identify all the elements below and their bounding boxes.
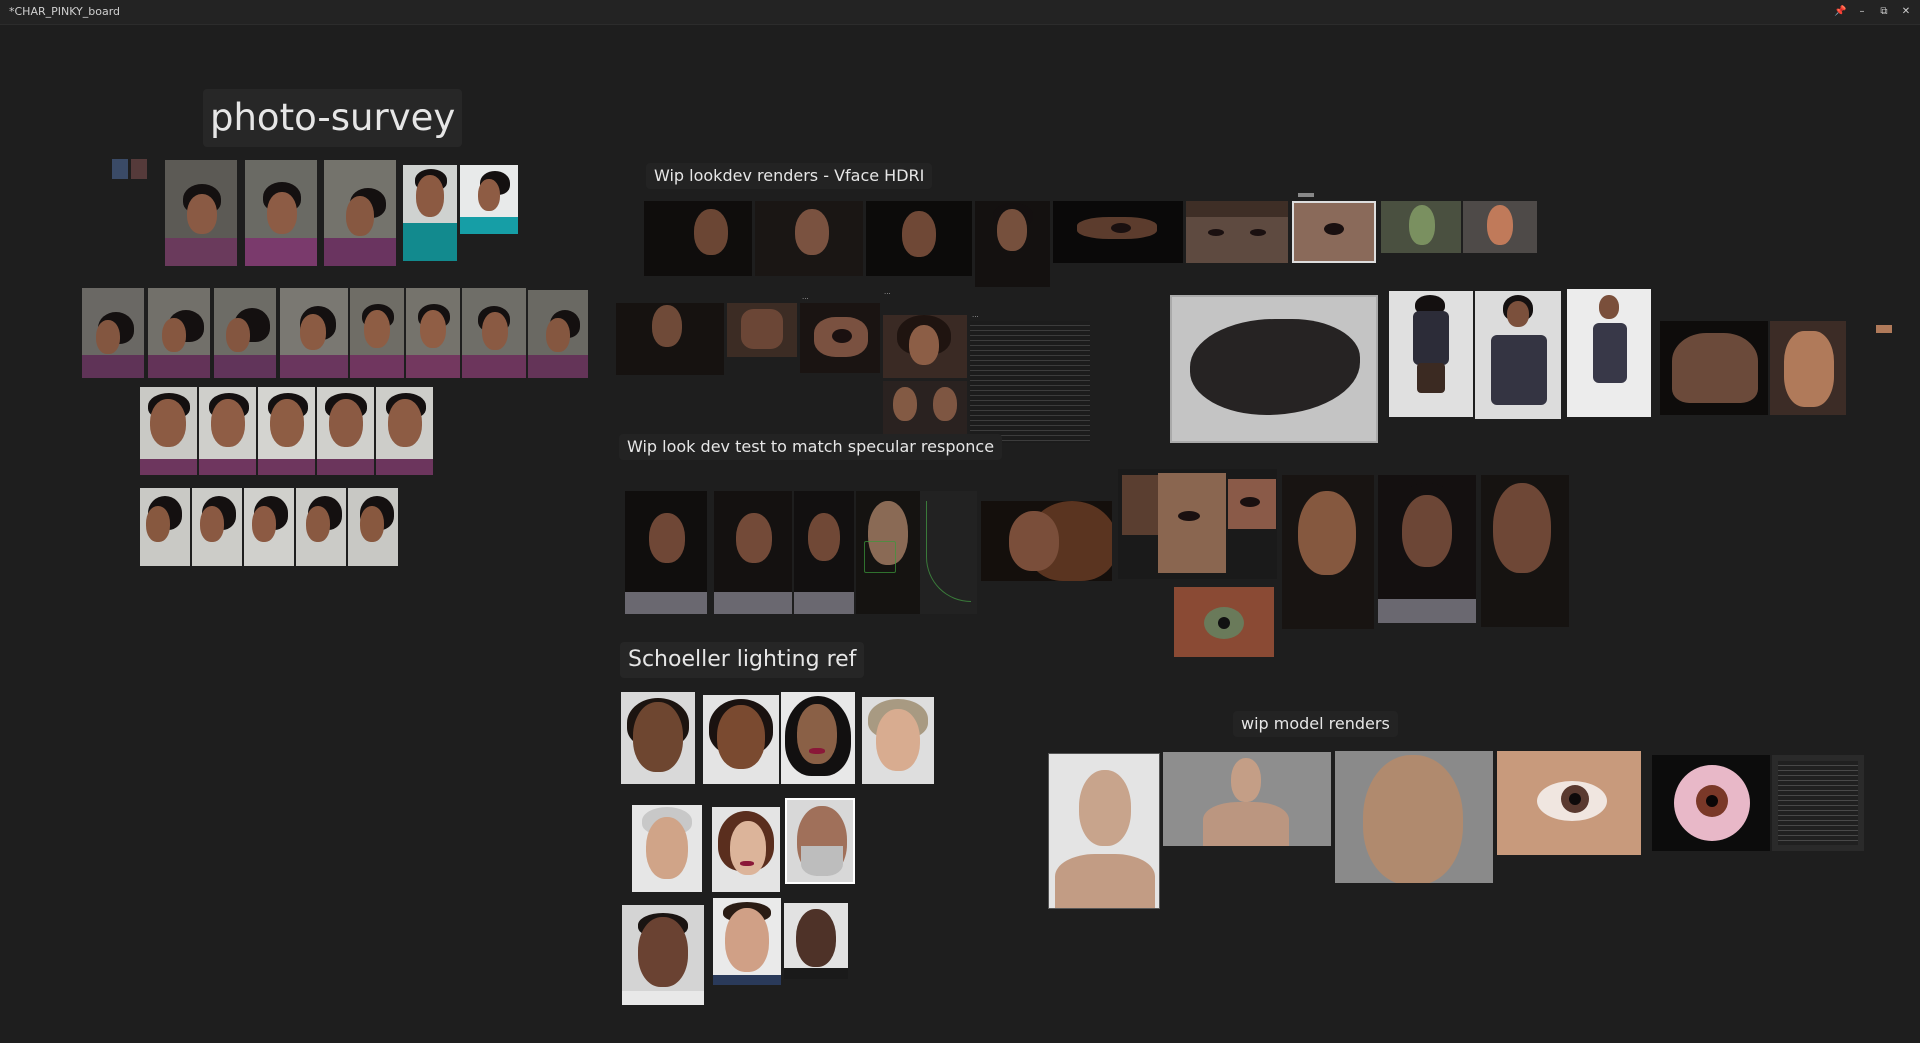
schoeller-portrait[interactable] bbox=[781, 692, 855, 784]
lookdev-render[interactable] bbox=[1475, 291, 1561, 419]
photo-survey-image[interactable] bbox=[406, 288, 460, 378]
photo-survey-image[interactable] bbox=[348, 488, 398, 566]
photo-survey-image[interactable] bbox=[296, 488, 346, 566]
lookdev-render[interactable] bbox=[727, 303, 797, 357]
label-lookdev-specular[interactable]: Wip look dev test to match specular resp… bbox=[619, 434, 1003, 460]
photo-survey-image[interactable] bbox=[140, 488, 190, 566]
photo-survey-image[interactable] bbox=[403, 165, 457, 261]
photo-survey-image[interactable] bbox=[324, 160, 396, 266]
window-controls: 📌 – ⧉ ✕ bbox=[1834, 0, 1912, 24]
lookdev-render[interactable] bbox=[800, 303, 880, 373]
lookdev-render[interactable] bbox=[644, 201, 752, 276]
lookdev-render[interactable] bbox=[755, 201, 863, 276]
photo-survey-image[interactable] bbox=[280, 288, 348, 378]
photo-survey-image[interactable] bbox=[245, 160, 317, 266]
schoeller-portrait[interactable] bbox=[621, 692, 695, 784]
model-render[interactable] bbox=[1652, 755, 1770, 851]
lookdev-render[interactable] bbox=[866, 201, 972, 276]
label-lookdev-vface[interactable]: Wip lookdev renders - Vface HDRI bbox=[646, 163, 933, 189]
model-render[interactable] bbox=[1335, 751, 1493, 883]
lookdev-render[interactable] bbox=[1389, 291, 1473, 417]
schoeller-portrait[interactable] bbox=[622, 905, 704, 1005]
close-button[interactable]: ✕ bbox=[1900, 6, 1912, 18]
specular-render[interactable] bbox=[1378, 475, 1476, 623]
window-title: *CHAR_PINKY_board bbox=[9, 5, 121, 18]
photo-survey-image[interactable] bbox=[82, 288, 144, 378]
pin-icon[interactable]: 📌 bbox=[1834, 6, 1846, 18]
photo-survey-image[interactable] bbox=[258, 387, 315, 475]
photo-survey-image[interactable] bbox=[199, 387, 256, 475]
label-photo-survey[interactable]: photo-survey bbox=[203, 89, 463, 147]
lookdev-render[interactable] bbox=[1381, 201, 1461, 253]
schoeller-portrait[interactable] bbox=[784, 903, 848, 979]
specular-render[interactable] bbox=[625, 491, 707, 614]
lookdev-render[interactable] bbox=[1186, 201, 1288, 263]
model-render[interactable] bbox=[1163, 752, 1331, 846]
lookdev-render[interactable] bbox=[616, 303, 724, 375]
lookdev-render[interactable] bbox=[1567, 289, 1651, 417]
photo-survey-image[interactable] bbox=[214, 288, 276, 378]
model-render[interactable] bbox=[1048, 753, 1160, 909]
photo-survey-image[interactable] bbox=[462, 288, 526, 378]
board-canvas[interactable]: photo-survey Wip lookdev renders - Vface… bbox=[0, 25, 1920, 1043]
specular-render[interactable] bbox=[1118, 469, 1277, 579]
lookdev-render[interactable] bbox=[1170, 295, 1378, 443]
annotation-text: ... bbox=[884, 288, 891, 296]
schoeller-portrait[interactable] bbox=[632, 805, 702, 892]
annotation-text: ... bbox=[802, 293, 809, 301]
schoeller-portrait[interactable] bbox=[712, 807, 780, 892]
photo-survey-image[interactable] bbox=[350, 288, 404, 378]
thumb-photo[interactable] bbox=[131, 159, 147, 179]
specular-render[interactable] bbox=[981, 501, 1112, 581]
specular-render[interactable] bbox=[1481, 475, 1569, 627]
photo-survey-image[interactable] bbox=[317, 387, 374, 475]
photo-survey-image[interactable] bbox=[244, 488, 294, 566]
title-bar: *CHAR_PINKY_board 📌 – ⧉ ✕ bbox=[0, 0, 1920, 25]
lookdev-render[interactable] bbox=[1463, 201, 1537, 253]
specular-render[interactable] bbox=[714, 491, 792, 614]
photo-survey-image[interactable] bbox=[148, 288, 210, 378]
photo-survey-image[interactable] bbox=[165, 160, 237, 266]
lookdev-render[interactable] bbox=[1770, 321, 1846, 415]
lookdev-render[interactable] bbox=[1876, 325, 1892, 333]
label-schoeller[interactable]: Schoeller lighting ref bbox=[620, 642, 865, 678]
schoeller-portrait[interactable] bbox=[862, 697, 934, 784]
model-render[interactable] bbox=[1497, 751, 1641, 855]
photo-survey-image[interactable] bbox=[460, 165, 518, 234]
lookdev-render[interactable] bbox=[975, 201, 1050, 287]
schoeller-portrait[interactable] bbox=[703, 695, 779, 784]
annotation-text: ... bbox=[972, 311, 979, 319]
lookdev-render[interactable] bbox=[1053, 201, 1183, 263]
lookdev-render[interactable] bbox=[883, 315, 967, 378]
specular-render[interactable] bbox=[794, 491, 854, 614]
label-model-renders[interactable]: wip model renders bbox=[1233, 711, 1398, 737]
photo-survey-image[interactable] bbox=[528, 290, 588, 378]
minimize-button[interactable]: – bbox=[1856, 6, 1868, 18]
annotation-marker bbox=[1298, 193, 1314, 197]
specular-render[interactable] bbox=[856, 491, 920, 614]
specular-render[interactable] bbox=[1174, 587, 1274, 657]
schoeller-portrait[interactable] bbox=[713, 898, 781, 985]
specular-render[interactable] bbox=[920, 491, 977, 614]
script-notes bbox=[970, 321, 1090, 443]
lookdev-render[interactable] bbox=[1660, 321, 1768, 415]
thumb-photo[interactable] bbox=[112, 159, 128, 179]
specular-render[interactable] bbox=[1282, 475, 1374, 629]
model-render-ui[interactable] bbox=[1772, 755, 1864, 851]
photo-survey-image[interactable] bbox=[140, 387, 197, 475]
schoeller-portrait[interactable] bbox=[785, 798, 855, 884]
photo-survey-image[interactable] bbox=[192, 488, 242, 566]
lookdev-render[interactable] bbox=[1292, 201, 1376, 263]
photo-survey-image[interactable] bbox=[376, 387, 433, 475]
maximize-button[interactable]: ⧉ bbox=[1878, 6, 1890, 18]
